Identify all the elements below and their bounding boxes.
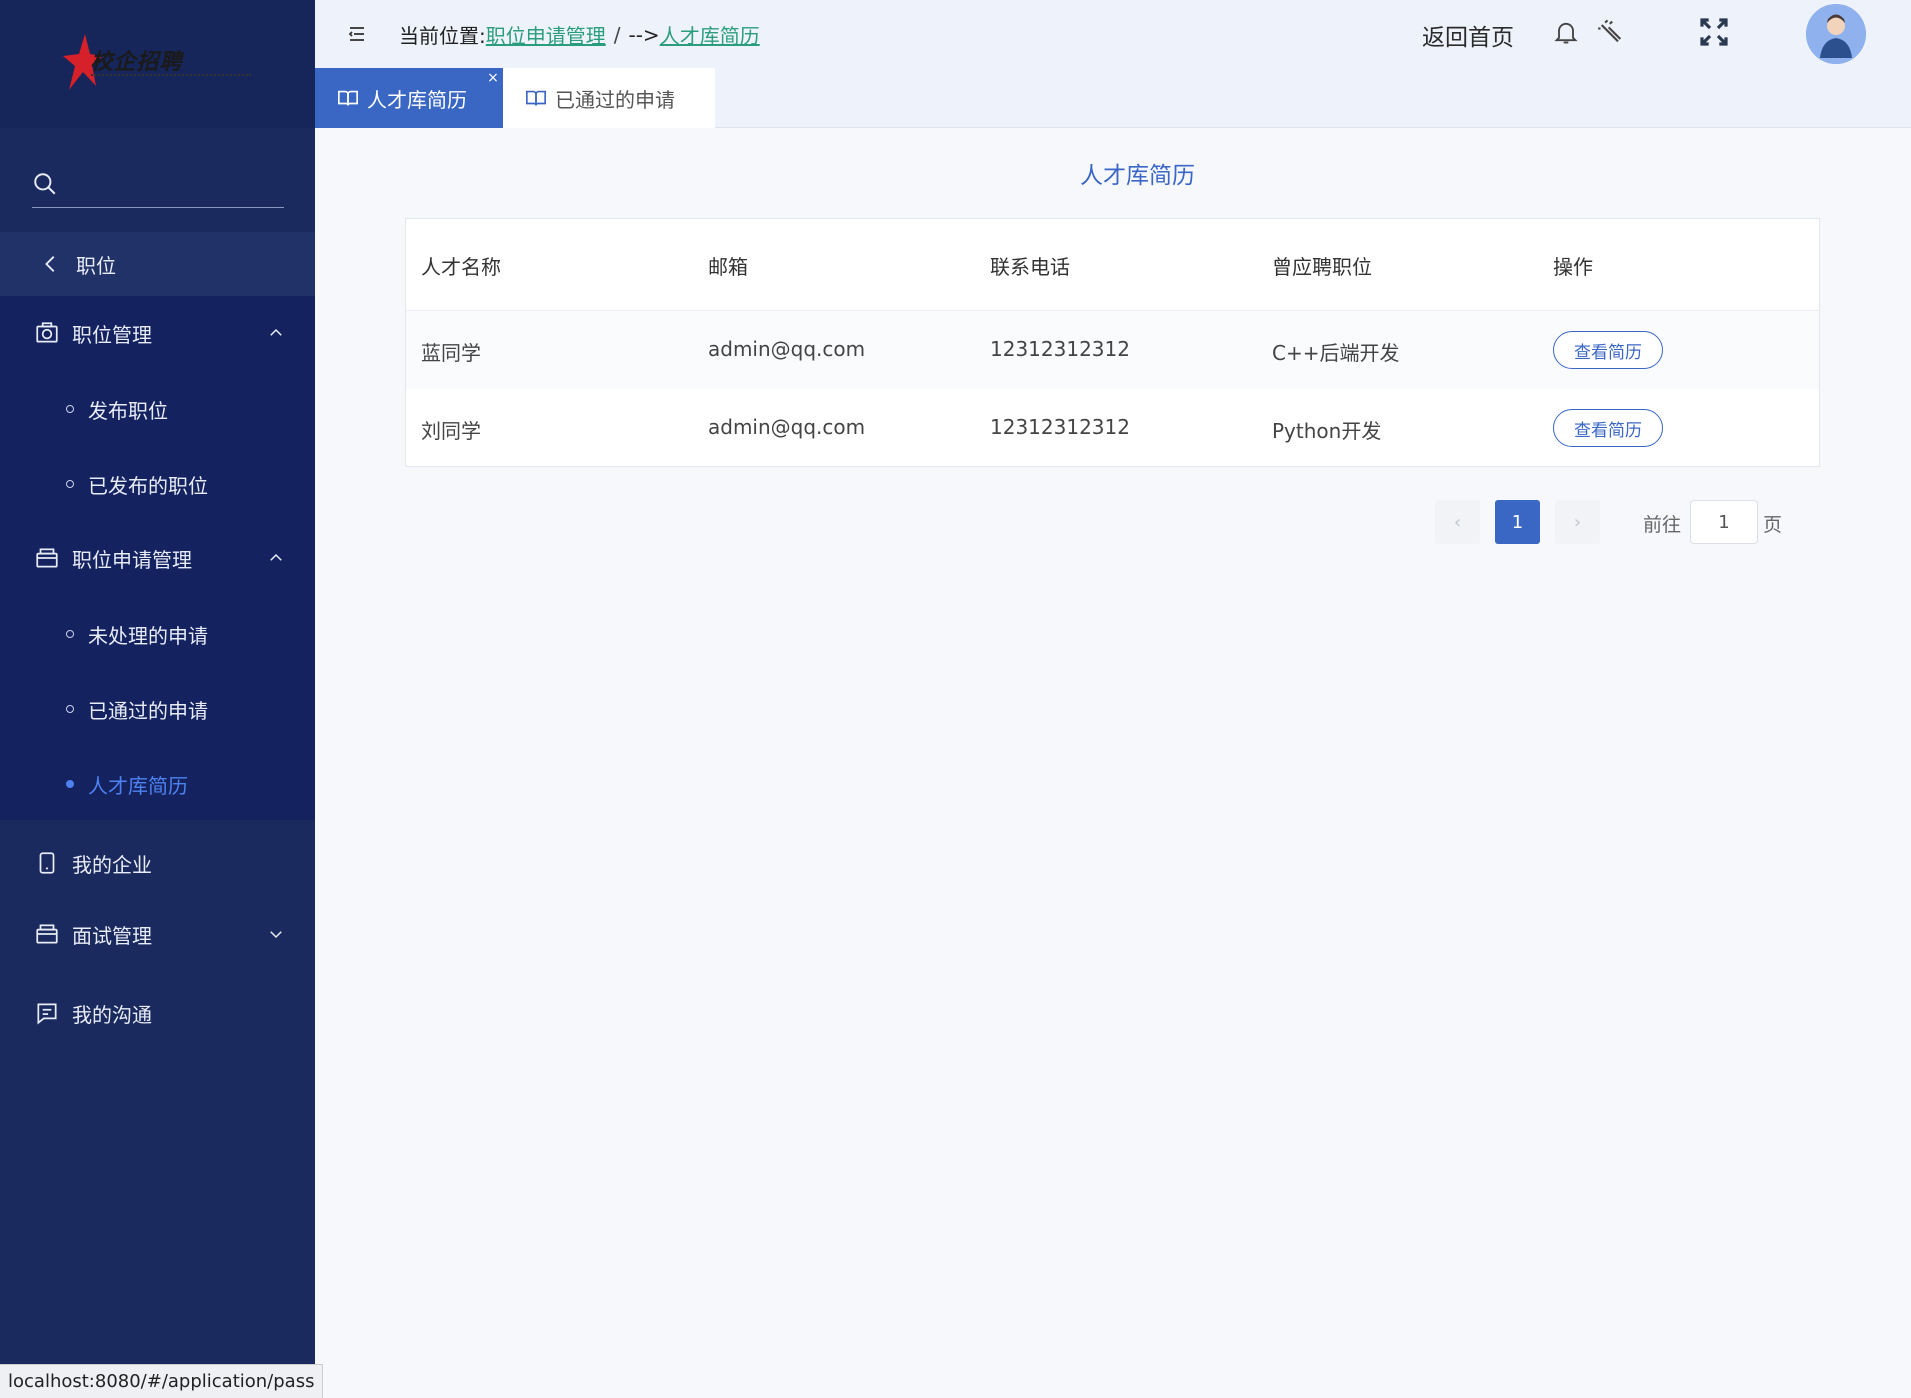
avatar-person-icon bbox=[1806, 4, 1866, 64]
nav-back-label: 职位 bbox=[76, 253, 116, 278]
sidebar-item-label: 人才库简历 bbox=[88, 773, 188, 798]
sidebar-item-label: 已发布的职位 bbox=[88, 473, 208, 498]
page-number-1[interactable]: 1 bbox=[1495, 500, 1540, 544]
book-icon bbox=[338, 90, 358, 106]
table-row: 蓝同学 admin@qq.com 12312312312 C++后端开发 查看简… bbox=[406, 311, 1819, 389]
breadcrumb: 当前位置: 职位申请管理 / --> 人才库简历 bbox=[399, 20, 760, 49]
menu-group-job-management[interactable]: 职位管理 bbox=[0, 303, 315, 363]
resume-table: 人才名称 邮箱 联系电话 曾应聘职位 操作 蓝同学 admin@qq.com 1… bbox=[405, 218, 1820, 467]
sidebar-item-published-jobs[interactable]: 已发布的职位 bbox=[0, 454, 315, 514]
goto-label: 前往 bbox=[1643, 514, 1682, 536]
cell-email: admin@qq.com bbox=[708, 415, 866, 439]
breadcrumb-arrow: --> bbox=[628, 22, 660, 47]
bullet-icon bbox=[66, 480, 74, 488]
breadcrumb-current-link[interactable]: 人才库简历 bbox=[660, 20, 760, 49]
menu-group-label: 职位管理 bbox=[72, 322, 152, 347]
view-resume-button[interactable]: 查看简历 bbox=[1553, 409, 1663, 447]
search-icon[interactable] bbox=[32, 171, 58, 197]
column-header-action: 操作 bbox=[1553, 255, 1593, 279]
cell-name: 刘同学 bbox=[421, 419, 481, 443]
sidebar-item-my-company[interactable]: 我的企业 bbox=[0, 833, 315, 893]
menu-group-application-management[interactable]: 职位申请管理 bbox=[0, 528, 315, 588]
sidebar-item-label: 发布职位 bbox=[88, 398, 168, 423]
sidebar-item-approved-applications[interactable]: 已通过的申请 bbox=[0, 679, 315, 739]
sidebar-item-post-job[interactable]: 发布职位 bbox=[0, 379, 315, 439]
magic-wand-icon[interactable] bbox=[1597, 18, 1625, 46]
page-title: 人才库简历 bbox=[1080, 163, 1195, 189]
breadcrumb-parent-link[interactable]: 职位申请管理 bbox=[486, 20, 606, 49]
logo-tagline bbox=[90, 74, 251, 80]
chevron-down-icon bbox=[270, 931, 282, 939]
bullet-icon bbox=[66, 780, 74, 788]
cell-position: C++后端开发 bbox=[1272, 341, 1400, 365]
cell-position: Python开发 bbox=[1272, 419, 1382, 443]
bullet-icon bbox=[66, 405, 74, 413]
cell-phone: 12312312312 bbox=[990, 337, 1130, 361]
column-header-position: 曾应聘职位 bbox=[1272, 255, 1372, 279]
chevron-up-icon bbox=[270, 553, 282, 561]
tab-label: 人才库简历 bbox=[367, 87, 467, 112]
table-header: 人才名称 邮箱 联系电话 曾应聘职位 操作 bbox=[406, 219, 1819, 311]
sidebar-item-interview-management[interactable]: 面试管理 bbox=[0, 904, 315, 964]
sidebar: 校企招聘 职位 职位管理 发布职位 已发布的职位 职位申请管理 未处理的申请 已… bbox=[0, 0, 315, 1398]
column-header-phone: 联系电话 bbox=[990, 255, 1070, 279]
sidebar-item-label: 未处理的申请 bbox=[88, 623, 208, 648]
status-url-bar: localhost:8080/#/application/pass bbox=[0, 1364, 324, 1398]
breadcrumb-separator: / bbox=[613, 22, 621, 47]
sidebar-item-my-communication[interactable]: 我的沟通 bbox=[0, 983, 315, 1043]
sidebar-item-label: 我的沟通 bbox=[72, 1002, 152, 1027]
sidebar-item-talent-pool[interactable]: 人才库简历 bbox=[0, 754, 315, 814]
nav-back-item[interactable]: 职位 bbox=[0, 232, 315, 296]
table-row: 刘同学 admin@qq.com 12312312312 Python开发 查看… bbox=[406, 389, 1819, 467]
sidebar-search bbox=[32, 160, 284, 208]
home-link[interactable]: 返回首页 bbox=[1422, 18, 1514, 52]
camera-icon bbox=[34, 320, 60, 346]
fullscreen-icon[interactable] bbox=[1698, 16, 1730, 48]
tab-approved-applications[interactable]: 已通过的申请 bbox=[503, 68, 715, 128]
bullet-icon bbox=[66, 705, 74, 713]
menu-collapse-icon[interactable] bbox=[345, 22, 369, 46]
briefcase-icon bbox=[34, 545, 60, 571]
book-icon bbox=[526, 90, 546, 106]
prev-page-button[interactable]: ‹ bbox=[1435, 500, 1480, 544]
cell-email: admin@qq.com bbox=[708, 337, 866, 361]
chevron-up-icon bbox=[270, 328, 282, 336]
column-header-name: 人才名称 bbox=[421, 255, 501, 279]
phone-icon bbox=[34, 850, 60, 876]
tab-talent-pool[interactable]: 人才库简历 × bbox=[315, 68, 503, 128]
breadcrumb-prefix: 当前位置: bbox=[399, 24, 486, 48]
logo-area: 校企招聘 bbox=[0, 0, 315, 128]
view-resume-button[interactable]: 查看简历 bbox=[1553, 331, 1663, 369]
close-icon[interactable]: × bbox=[483, 68, 503, 88]
user-avatar[interactable] bbox=[1806, 4, 1866, 64]
search-input[interactable] bbox=[68, 173, 268, 194]
chevron-left-icon bbox=[45, 256, 55, 272]
sidebar-item-label: 已通过的申请 bbox=[88, 698, 208, 723]
goto-page-input[interactable] bbox=[1690, 500, 1758, 544]
bullet-icon bbox=[66, 630, 74, 638]
tab-label: 已通过的申请 bbox=[555, 87, 675, 112]
logo[interactable]: 校企招聘 bbox=[62, 32, 253, 96]
briefcase-icon bbox=[34, 921, 60, 947]
cell-phone: 12312312312 bbox=[990, 415, 1130, 439]
sidebar-item-label: 我的企业 bbox=[72, 852, 152, 877]
chat-icon bbox=[34, 1000, 60, 1026]
logo-text: 校企招聘 bbox=[90, 50, 183, 75]
submenu-panel: 职位管理 发布职位 已发布的职位 职位申请管理 未处理的申请 已通过的申请 人才… bbox=[0, 296, 315, 820]
tab-bar: 人才库简历 × 已通过的申请 bbox=[315, 68, 1911, 128]
menu-group-label: 职位申请管理 bbox=[72, 547, 192, 572]
cell-name: 蓝同学 bbox=[421, 341, 481, 365]
sidebar-item-label: 面试管理 bbox=[72, 923, 152, 948]
bell-icon[interactable] bbox=[1552, 18, 1580, 46]
top-header: 当前位置: 职位申请管理 / --> 人才库简历 返回首页 bbox=[315, 0, 1911, 68]
page-unit-label: 页 bbox=[1763, 514, 1783, 536]
sidebar-item-pending-applications[interactable]: 未处理的申请 bbox=[0, 604, 315, 664]
column-header-email: 邮箱 bbox=[708, 255, 748, 279]
next-page-button[interactable]: › bbox=[1555, 500, 1600, 544]
